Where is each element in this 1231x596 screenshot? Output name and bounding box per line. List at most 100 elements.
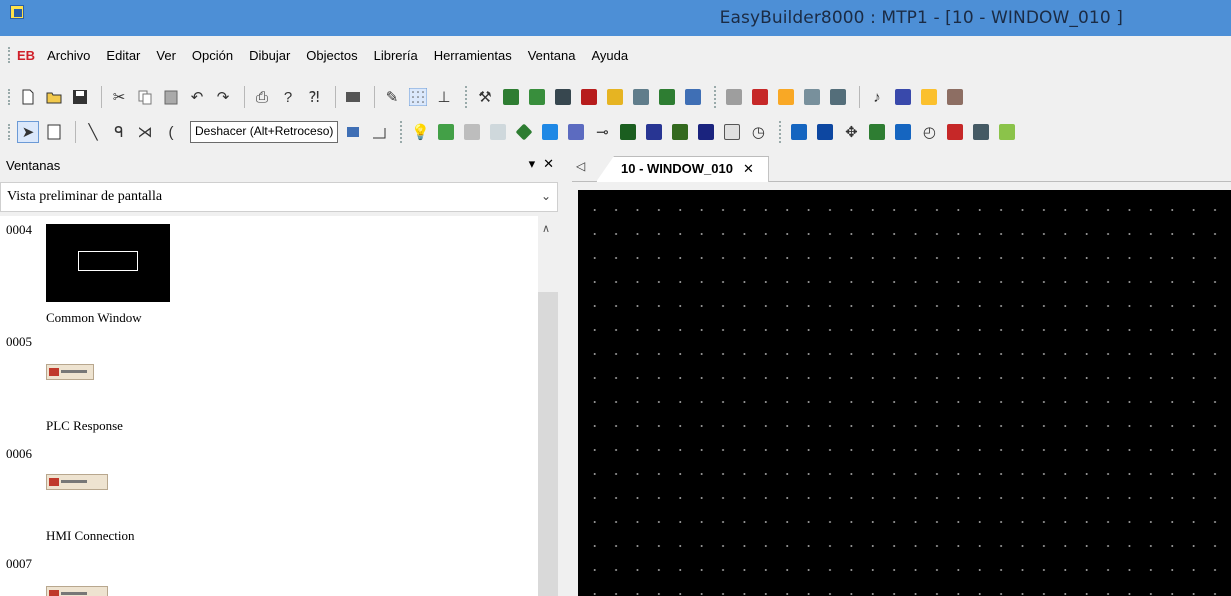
save-icon[interactable]: [69, 86, 91, 108]
window-icon[interactable]: [749, 86, 771, 108]
find-icon[interactable]: [342, 86, 364, 108]
pen-icon[interactable]: ✎: [381, 86, 403, 108]
print-icon[interactable]: ⎙: [251, 86, 273, 108]
view-mode-select[interactable]: Vista preliminar de pantalla ⌄: [0, 182, 558, 212]
frame-icon[interactable]: [368, 121, 390, 143]
download-icon[interactable]: [552, 86, 574, 108]
clock-icon[interactable]: ◷: [747, 121, 769, 143]
view-mode-value: Vista preliminar de pantalla: [7, 189, 163, 204]
window-design-canvas[interactable]: [578, 190, 1231, 596]
word-lamp-icon[interactable]: [461, 121, 483, 143]
tab-window-010[interactable]: 10 - WINDOW_010 ✕: [596, 156, 769, 182]
grip-handle[interactable]: [8, 89, 11, 105]
numpad-icon[interactable]: [814, 121, 836, 143]
list-item[interactable]: 0005 PLC Response: [0, 332, 540, 446]
music-icon[interactable]: ♪: [866, 86, 888, 108]
context-help-icon[interactable]: ⁈: [303, 86, 325, 108]
number-icon[interactable]: [487, 121, 509, 143]
list-item[interactable]: 0007: [0, 554, 540, 596]
undo-icon[interactable]: ↶: [186, 86, 208, 108]
rect-icon[interactable]: [342, 121, 364, 143]
window-id: 0007: [6, 556, 32, 571]
line-icon[interactable]: ╲: [82, 121, 104, 143]
menu-editar[interactable]: Editar: [106, 48, 140, 63]
function-key-icon[interactable]: [721, 121, 743, 143]
scroll-thumb[interactable]: [538, 292, 558, 596]
network-icon[interactable]: [866, 121, 888, 143]
app-icon[interactable]: [10, 5, 24, 19]
address-icon[interactable]: [682, 86, 704, 108]
copy-icon[interactable]: [134, 86, 156, 108]
ascii-display-icon[interactable]: [669, 121, 691, 143]
align-icon[interactable]: ⊥: [433, 86, 455, 108]
screen-icon[interactable]: [892, 86, 914, 108]
redo-icon[interactable]: ↷: [212, 86, 234, 108]
slider-icon[interactable]: ⊸: [591, 121, 613, 143]
standard-toolbar: ✂ ↶ ↷ ⎙ ? ⁈ ✎ ⊥ ⚒ ♪: [0, 80, 1231, 114]
table-icon[interactable]: [656, 86, 678, 108]
close-icon[interactable]: ✕: [543, 156, 554, 172]
list-icon[interactable]: [801, 86, 823, 108]
bulb-icon[interactable]: 💡: [409, 121, 431, 143]
tools-icon[interactable]: ⚒: [474, 86, 496, 108]
bit-lamp-icon[interactable]: [435, 121, 457, 143]
trend-icon[interactable]: [944, 121, 966, 143]
new-file-icon[interactable]: [17, 86, 39, 108]
grip-handle[interactable]: [8, 124, 11, 140]
message-icon[interactable]: [918, 86, 940, 108]
tab-scroll-left-icon[interactable]: ◁: [576, 159, 585, 173]
menu-archivo[interactable]: Archivo: [47, 48, 90, 63]
menu-herramientas[interactable]: Herramientas: [434, 48, 512, 63]
menu-libreria[interactable]: Librería: [374, 48, 418, 63]
scroll-up-icon[interactable]: ∧: [542, 222, 550, 235]
menu-ayuda[interactable]: Ayuda: [591, 48, 628, 63]
image-icon[interactable]: [996, 121, 1018, 143]
meter-icon[interactable]: ◴: [918, 121, 940, 143]
table2-icon[interactable]: [970, 121, 992, 143]
grid-icon[interactable]: [407, 86, 429, 108]
draw-icon[interactable]: [604, 86, 626, 108]
menu-opcion[interactable]: Opción: [192, 48, 233, 63]
editor-tab-bar: ◁ 10 - WINDOW_010 ✕: [572, 152, 1231, 182]
list-item[interactable]: 0006 HMI Connection: [0, 444, 540, 554]
transfer-icon[interactable]: [723, 86, 745, 108]
edit-icon[interactable]: [944, 86, 966, 108]
menu-dibujar[interactable]: Dibujar: [249, 48, 290, 63]
menu-ventana[interactable]: Ventana: [528, 48, 576, 63]
picture-icon[interactable]: [630, 86, 652, 108]
window-name: PLC Response: [46, 418, 123, 433]
menu-objectos[interactable]: Objectos: [306, 48, 357, 63]
compile-icon[interactable]: [500, 86, 522, 108]
simulate-icon[interactable]: [526, 86, 548, 108]
bar-chart-icon[interactable]: [892, 121, 914, 143]
chevron-down-icon[interactable]: ⌄: [541, 189, 551, 204]
polyline-icon[interactable]: ᑫ: [108, 121, 130, 143]
open-folder-icon[interactable]: [43, 86, 65, 108]
panel-splitter[interactable]: [558, 152, 572, 596]
list2-icon[interactable]: [827, 86, 849, 108]
list-item[interactable]: 0004 Common Window: [0, 216, 540, 336]
pin-dropdown-icon[interactable]: ▾: [529, 156, 536, 172]
ascii-input-icon[interactable]: [695, 121, 717, 143]
properties-icon[interactable]: [43, 121, 65, 143]
help-icon[interactable]: ?: [277, 86, 299, 108]
monitor-icon[interactable]: [539, 121, 561, 143]
list-scrollbar[interactable]: ∧: [538, 216, 558, 596]
grip-handle[interactable]: [8, 47, 11, 63]
library-icon[interactable]: [775, 86, 797, 108]
shape-icon[interactable]: [513, 121, 535, 143]
move-icon[interactable]: ✥: [840, 121, 862, 143]
paste-icon[interactable]: [160, 86, 182, 108]
cf-icon[interactable]: [578, 86, 600, 108]
numeric-input-icon[interactable]: [643, 121, 665, 143]
window-id: 0004: [6, 222, 32, 237]
arc-cross-icon[interactable]: ⋊: [134, 121, 156, 143]
panel-icon[interactable]: [565, 121, 587, 143]
arc-icon[interactable]: (: [160, 121, 182, 143]
select-arrow-icon[interactable]: ➤: [17, 121, 39, 143]
close-icon[interactable]: ✕: [743, 161, 754, 176]
cut-icon[interactable]: ✂: [108, 86, 130, 108]
keypad-icon[interactable]: [788, 121, 810, 143]
numeric-display-icon[interactable]: [617, 121, 639, 143]
menu-ver[interactable]: Ver: [156, 48, 176, 63]
